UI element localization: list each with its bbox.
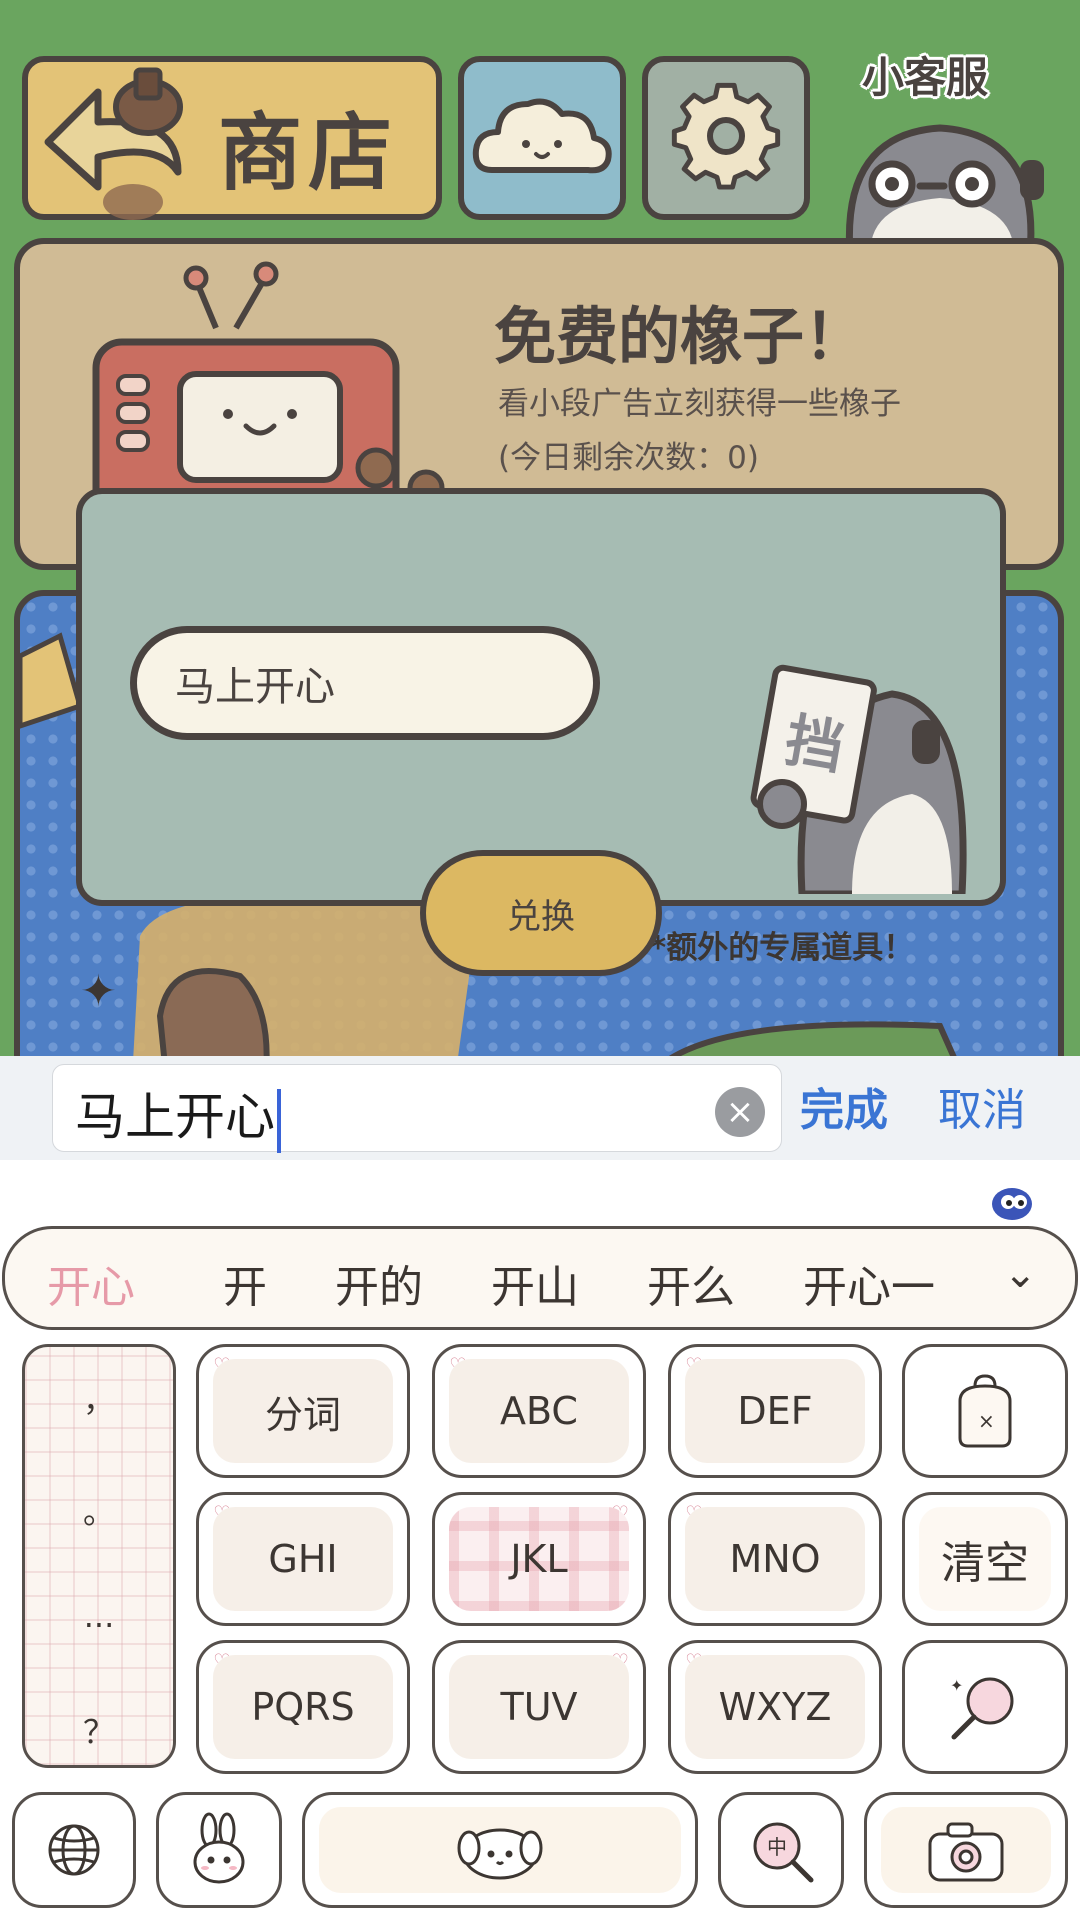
backpack-delete-icon: × [919, 1359, 1051, 1463]
game-screen: 商店 小客服 免费的橡子！ 看小段广告立刻获得一些橡子 (今日剩余次数：0) ✦… [0, 0, 1080, 1056]
key-mno[interactable]: ♡ MNO [668, 1492, 882, 1626]
gear-icon [671, 82, 781, 190]
redeem-code-input[interactable]: 马上开心 [130, 626, 600, 740]
svg-text:×: × [978, 1409, 995, 1433]
space-key[interactable] [302, 1792, 698, 1908]
back-arrow-squirrel-icon [44, 67, 183, 220]
punct-comma[interactable]: ， [25, 1375, 173, 1421]
key-label: WXYZ [685, 1655, 865, 1759]
keyboard-text-field[interactable]: 马上开心 × [52, 1064, 782, 1153]
tv-character-icon [92, 261, 445, 518]
punctuation-column[interactable]: ， 。 ... ？ [22, 1344, 176, 1768]
key-label: PQRS [213, 1655, 393, 1759]
svg-text:挡: 挡 [780, 706, 849, 783]
free-acorns-subtitle: 看小段广告立刻获得一些橡子 [498, 386, 901, 422]
key-abc[interactable]: ♡ ABC [432, 1344, 646, 1478]
magnifier-sticker-icon: ✦ [919, 1655, 1051, 1759]
penguin-holding-sign-icon: 挡 [750, 664, 967, 894]
punct-period[interactable]: 。 [25, 1487, 173, 1533]
language-toggle-button[interactable]: 中 [718, 1792, 844, 1908]
key-label: JKL [449, 1507, 629, 1611]
key-segment[interactable]: ♡ 分词 [196, 1344, 410, 1478]
key-label: 清空 [919, 1507, 1051, 1611]
enter-camera-key[interactable] [864, 1792, 1068, 1908]
chinese-english-toggle-icon: 中 [735, 1807, 827, 1893]
key-def[interactable]: ♡ DEF [668, 1344, 882, 1478]
globe-icon [29, 1807, 119, 1893]
key-label: MNO [685, 1507, 865, 1611]
clear-key[interactable]: 清空 [902, 1492, 1068, 1626]
punct-question[interactable]: ？ [25, 1707, 173, 1753]
extra-props-text: *额外的专属道具！ [650, 930, 915, 966]
punct-ellipsis[interactable]: ... [25, 1597, 173, 1635]
svg-text:✦: ✦ [80, 966, 117, 1017]
candidate-word[interactable]: 开的 [335, 1251, 423, 1315]
bunny-icon [173, 1807, 265, 1893]
candidate-word[interactable]: 开 [223, 1251, 267, 1315]
keyboard: 开心 开 开的 开山 开么 开心一 ⌄ ， 。 ... ？ ♡ 分词 ♡ ABC… [0, 1160, 1080, 1920]
settings-button[interactable] [642, 56, 810, 220]
key-label: GHI [213, 1507, 393, 1611]
clear-text-icon[interactable]: × [715, 1087, 765, 1137]
redeem-button[interactable]: 兑换 [420, 850, 662, 976]
globe-button[interactable] [12, 1792, 136, 1908]
keyboard-skin-mascot-icon[interactable] [988, 1182, 1036, 1224]
candidate-word[interactable]: 开么 [647, 1251, 735, 1315]
svg-text:✦: ✦ [950, 1676, 963, 1695]
shop-label: 商店 [218, 104, 399, 202]
customer-service-penguin-icon[interactable] [830, 94, 1060, 254]
keyboard-input-bar: 马上开心 × [0, 1056, 1080, 1160]
delete-key[interactable]: × [902, 1344, 1068, 1478]
candidate-bar: 开心 开 开的 开山 开么 开心一 ⌄ [2, 1226, 1078, 1330]
key-label: ABC [449, 1359, 629, 1463]
free-acorns-remaining: (今日剩余次数：0) [498, 440, 759, 476]
cloud-icon [472, 98, 612, 174]
free-acorns-title: 免费的橡子！ [494, 300, 867, 373]
cloud-button[interactable] [458, 56, 626, 220]
done-button[interactable]: 完成 [800, 1074, 888, 1138]
candidate-word[interactable]: 开心 [47, 1251, 135, 1315]
key-tuv[interactable]: ♡ TUV [432, 1640, 646, 1774]
puppy-space-icon [319, 1807, 681, 1893]
text-caret [277, 1088, 281, 1153]
cancel-button[interactable]: 取消 [938, 1074, 1026, 1138]
camera-icon [881, 1807, 1051, 1893]
key-wxyz[interactable]: ♡ WXYZ [668, 1640, 882, 1774]
candidate-word[interactable]: 开山 [491, 1251, 579, 1315]
enter-key[interactable]: ✦ [902, 1640, 1068, 1774]
chevron-down-icon[interactable]: ⌄ [1003, 1251, 1037, 1297]
svg-text:中: 中 [767, 1835, 787, 1859]
emoji-button[interactable] [156, 1792, 282, 1908]
shop-button[interactable]: 商店 [22, 56, 442, 220]
key-label: 分词 [213, 1359, 393, 1463]
text-field-value: 马上开心 [75, 1077, 281, 1153]
key-label: DEF [685, 1359, 865, 1463]
key-jkl[interactable]: ♡ JKL [432, 1492, 646, 1626]
key-ghi[interactable]: ♡ GHI [196, 1492, 410, 1626]
key-pqrs[interactable]: ♡ PQRS [196, 1640, 410, 1774]
key-label: TUV [449, 1655, 629, 1759]
candidate-word[interactable]: 开心一 [803, 1251, 935, 1315]
